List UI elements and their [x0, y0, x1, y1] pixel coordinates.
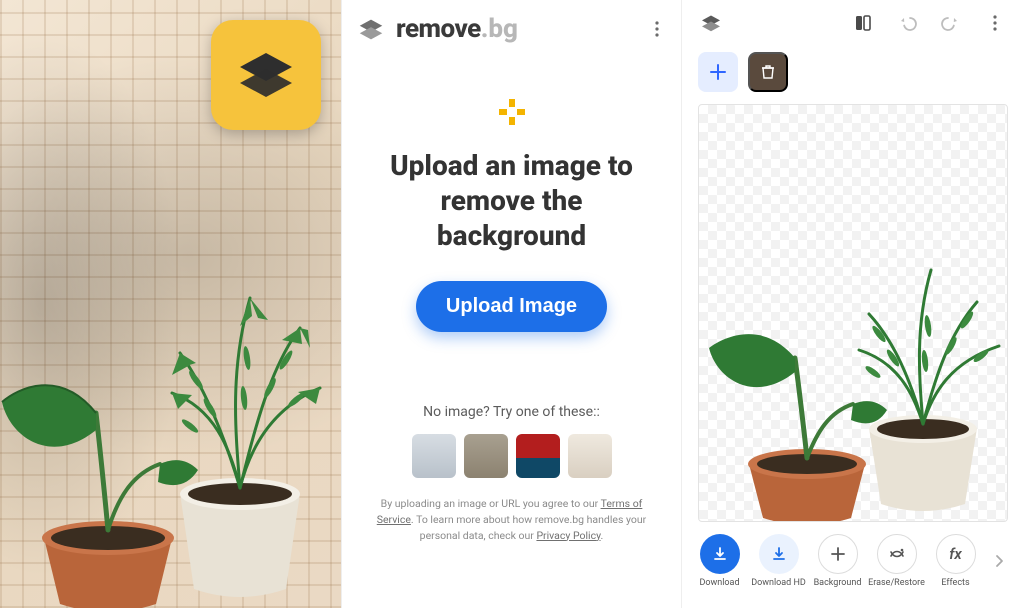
plus-thin-icon [709, 63, 727, 81]
editor-canvas[interactable] [698, 104, 1008, 522]
original-image-panel [0, 0, 341, 608]
brand-layers-icon [356, 14, 386, 44]
kebab-icon [647, 19, 667, 39]
kebab-icon [985, 13, 1005, 33]
download-action[interactable]: Download [692, 534, 747, 588]
upload-image-button[interactable]: Upload Image [416, 281, 607, 332]
legal-mid: . To learn more about how remove.bg hand… [411, 513, 646, 542]
trash-icon [759, 63, 777, 81]
download-hd-label: Download HD [751, 578, 806, 588]
menu-button[interactable] [647, 19, 667, 39]
legal-text: By uploading an image or URL you agree t… [364, 496, 659, 561]
undo-button[interactable] [894, 10, 920, 36]
editor-menu-button[interactable] [982, 10, 1008, 36]
brand-suffix: .bg [481, 14, 518, 44]
redo-button[interactable] [938, 10, 964, 36]
download-label: Download [699, 578, 739, 588]
erase-restore-action[interactable]: Erase/Restore [869, 534, 924, 588]
try-one-of-these: No image? Try one of these:: [423, 404, 600, 420]
brand-wordmark: remove.bg [396, 14, 518, 44]
compare-button[interactable] [850, 10, 876, 36]
privacy-policy-link[interactable]: Privacy Policy [536, 529, 600, 542]
effects-label: Effects [941, 578, 969, 588]
more-actions-button[interactable] [991, 553, 1007, 569]
layers-icon [234, 43, 298, 107]
compare-icon [853, 13, 873, 33]
mid-body: Upload an image to remove the background… [342, 52, 681, 608]
download-icon [711, 545, 729, 563]
chevron-right-icon [991, 553, 1007, 569]
mid-header: remove.bg [342, 0, 681, 52]
erase-label: Erase/Restore [868, 578, 925, 588]
editor-panel: Download Download HD Background Erase/Re… [682, 0, 1024, 608]
editor-home-button[interactable] [698, 10, 724, 36]
undo-icon [897, 13, 917, 33]
sample-thumbnail-4[interactable] [568, 434, 612, 478]
sample-thumbnail-2[interactable] [464, 434, 508, 478]
erase-icon [887, 544, 907, 564]
app-badge [211, 20, 321, 130]
fx-icon: fx [949, 545, 962, 563]
legal-post: . [601, 529, 604, 542]
background-plus-icon [829, 545, 847, 563]
sample-thumbnail-3[interactable] [516, 434, 560, 478]
editor-header [682, 0, 1024, 46]
upload-landing-panel: remove.bg Upload an image to remove the … [341, 0, 682, 608]
legal-pre: By uploading an image or URL you agree t… [381, 497, 601, 510]
result-plants-image [699, 186, 1008, 521]
plus-icon [496, 96, 528, 128]
background-action[interactable]: Background [810, 534, 865, 588]
headline: Upload an image to remove the background [364, 148, 659, 253]
image-thumb-row [682, 46, 1024, 102]
sample-thumbnail-1[interactable] [412, 434, 456, 478]
layers-small-icon [699, 11, 723, 35]
add-image-button[interactable] [698, 52, 738, 92]
effects-action[interactable]: fx Effects [928, 534, 983, 588]
download-hd-icon [770, 545, 788, 563]
delete-image-button[interactable] [748, 52, 788, 92]
sample-thumbnails [412, 434, 612, 478]
action-row: Download Download HD Background Erase/Re… [682, 522, 1024, 600]
download-hd-action[interactable]: Download HD [751, 534, 806, 588]
redo-icon [941, 13, 961, 33]
background-label: Background [814, 578, 862, 588]
brand-name: remove [396, 14, 481, 44]
original-plants-image [0, 178, 341, 608]
